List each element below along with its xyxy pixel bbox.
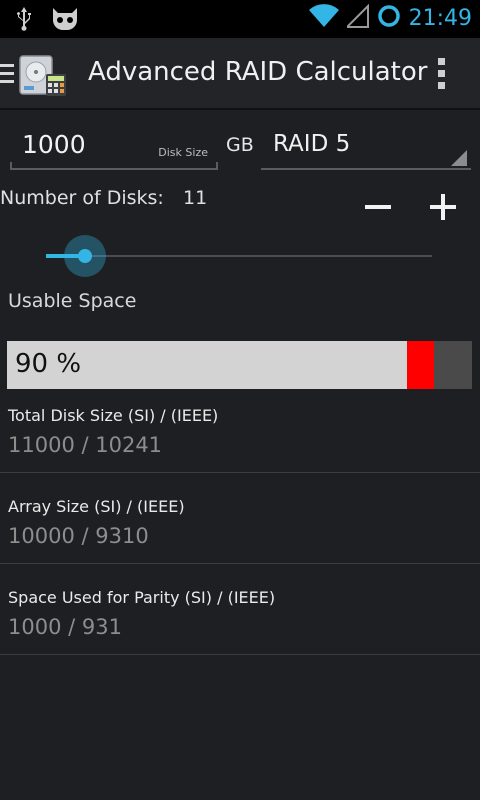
- sync-icon: [377, 4, 401, 32]
- result-label: Array Size (SI) / (IEEE): [8, 497, 185, 516]
- result-array-size: Array Size (SI) / (IEEE) 10000 / 9310: [0, 473, 480, 564]
- disk-size-input[interactable]: 1000 Disk Size: [10, 126, 218, 170]
- result-label: Space Used for Parity (SI) / (IEEE): [8, 588, 276, 607]
- wifi-icon: [308, 4, 339, 32]
- status-time: 21:49: [408, 5, 472, 31]
- result-value: 11000 / 10241: [8, 433, 163, 457]
- disk-size-hint: Disk Size: [158, 146, 208, 159]
- usable-space-bar: 90 %: [7, 341, 472, 389]
- status-bar: 21:49: [0, 0, 480, 38]
- usable-space-percent: 90 %: [15, 349, 82, 379]
- dropdown-arrow-icon: [451, 150, 467, 166]
- usb-icon: [16, 7, 32, 35]
- disk-size-value: 1000: [22, 130, 86, 159]
- raid-level-select[interactable]: RAID 5: [261, 124, 471, 170]
- overflow-menu-icon[interactable]: [438, 58, 448, 94]
- usable-space-label: Usable Space: [8, 290, 137, 312]
- result-value: 10000 / 9310: [8, 524, 149, 548]
- result-value: 1000 / 931: [8, 615, 122, 639]
- decrement-button[interactable]: [355, 186, 401, 226]
- increment-button[interactable]: [420, 186, 466, 226]
- result-total-disk-size: Total Disk Size (SI) / (IEEE) 11000 / 10…: [0, 400, 480, 473]
- result-label: Total Disk Size (SI) / (IEEE): [8, 406, 219, 425]
- number-of-disks-value: 11: [183, 187, 208, 209]
- raid-level-value: RAID 5: [273, 131, 351, 157]
- result-parity-space: Space Used for Parity (SI) / (IEEE) 1000…: [0, 564, 480, 655]
- number-of-disks-label: Number of Disks:: [0, 187, 164, 209]
- slider-thumb[interactable]: [64, 235, 106, 277]
- app-icon[interactable]: [18, 52, 68, 98]
- disk-count-slider[interactable]: [46, 234, 432, 278]
- app-title: Advanced RAID Calculator: [88, 57, 428, 87]
- parity-space-fill: [407, 341, 434, 389]
- signal-icon: [344, 3, 369, 32]
- android-icon: [50, 6, 80, 36]
- menu-icon[interactable]: [0, 64, 14, 88]
- unit-label: GB: [226, 134, 254, 156]
- action-bar: Advanced RAID Calculator: [0, 38, 480, 110]
